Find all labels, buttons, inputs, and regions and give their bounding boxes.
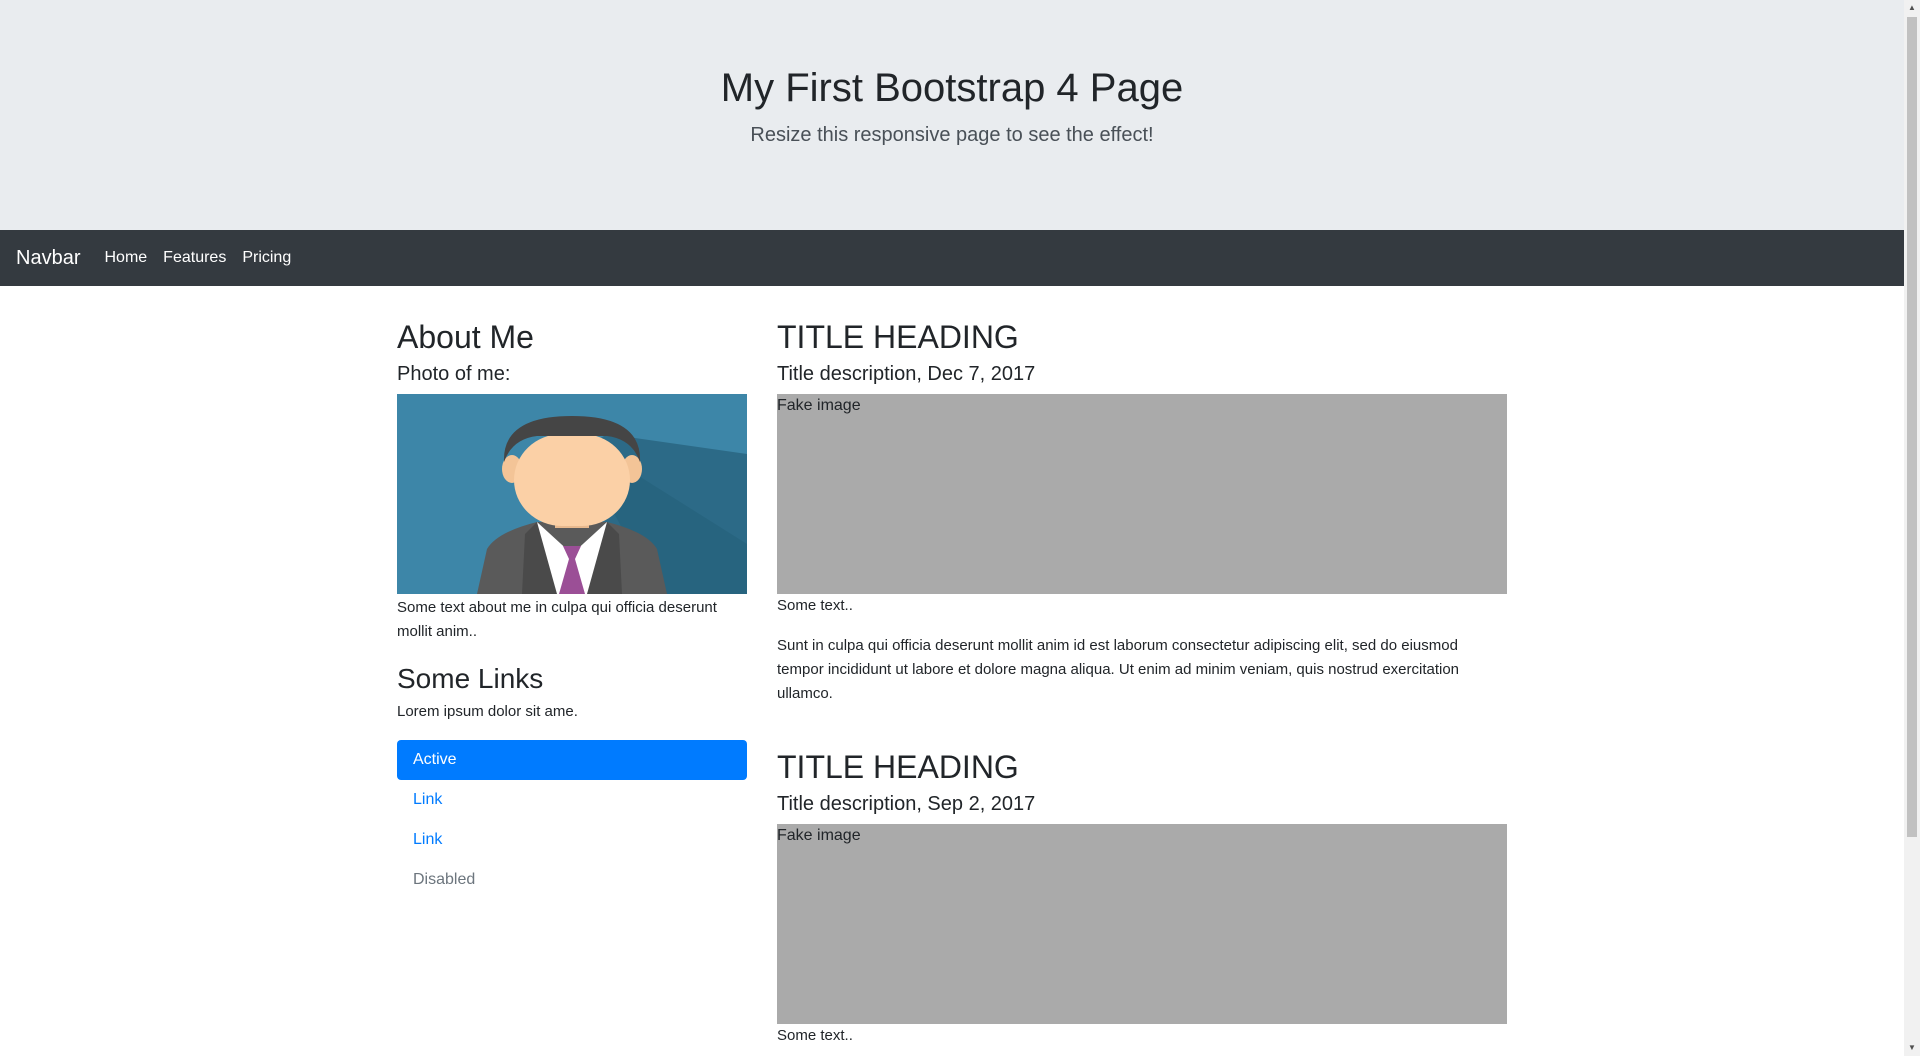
links-list: Active Link Link Disabled: [397, 740, 747, 900]
post-image-label: Fake image: [777, 397, 861, 414]
post-long-text: Sunt in culpa qui officia deserunt molli…: [777, 637, 1460, 702]
post-image: Fake image: [777, 394, 1507, 594]
post-description: Title description, Dec 7, 2017: [777, 363, 1036, 385]
post-short-text: Some text..: [777, 1027, 853, 1044]
posts-column: TITLE HEADING Title description, Dec 7, …: [777, 286, 1507, 1048]
list-item-active[interactable]: Active: [397, 740, 747, 780]
navbar-brand[interactable]: Navbar: [16, 247, 80, 270]
post-image: Fake image: [777, 824, 1507, 1024]
vertical-scrollbar[interactable]: ▲ ▼: [1904, 0, 1920, 1056]
about-text: Some text about me in culpa qui officia …: [397, 599, 717, 640]
browser-viewport: My First Bootstrap 4 Page Resize this re…: [0, 0, 1920, 1056]
list-item-link-2[interactable]: Link: [397, 820, 747, 860]
main-content: About Me Photo of me: Some text about me…: [0, 286, 1904, 1056]
list-item-link-1[interactable]: Link: [397, 780, 747, 820]
person-avatar-icon: [397, 394, 747, 594]
post-heading: TITLE HEADING: [777, 749, 1019, 785]
about-heading: About Me: [397, 319, 534, 355]
post-description: Title description, Sep 2, 2017: [777, 793, 1036, 815]
photo-label: Photo of me:: [397, 363, 511, 385]
post: TITLE HEADING Title description, Sep 2, …: [777, 748, 1507, 1048]
page-subtitle: Resize this responsive page to see the e…: [750, 124, 1154, 146]
navbar: Navbar Home Features Pricing: [0, 230, 1904, 286]
list-item-disabled: Disabled: [413, 871, 476, 888]
page-title: My First Bootstrap 4 Page: [720, 66, 1184, 110]
nav-link-features[interactable]: Features: [163, 249, 226, 267]
post-image-label: Fake image: [777, 827, 861, 844]
post-heading: TITLE HEADING: [777, 319, 1019, 355]
nav-link-home[interactable]: Home: [104, 249, 147, 267]
scrollbar-thumb[interactable]: [1907, 17, 1917, 837]
post: TITLE HEADING Title description, Dec 7, …: [777, 318, 1507, 706]
some-links-text: Lorem ipsum dolor sit ame.: [397, 703, 578, 720]
triangle-up-icon[interactable]: ▲: [1904, 0, 1920, 16]
page: My First Bootstrap 4 Page Resize this re…: [0, 0, 1904, 1056]
some-links-heading: Some Links: [397, 663, 544, 694]
triangle-down-icon[interactable]: ▼: [1904, 1040, 1920, 1056]
profile-photo: [397, 394, 747, 594]
sidebar-column: About Me Photo of me: Some text about me…: [397, 286, 747, 900]
post-short-text: Some text..: [777, 597, 853, 614]
nav-link-pricing[interactable]: Pricing: [242, 249, 291, 267]
jumbotron: My First Bootstrap 4 Page Resize this re…: [0, 0, 1904, 230]
